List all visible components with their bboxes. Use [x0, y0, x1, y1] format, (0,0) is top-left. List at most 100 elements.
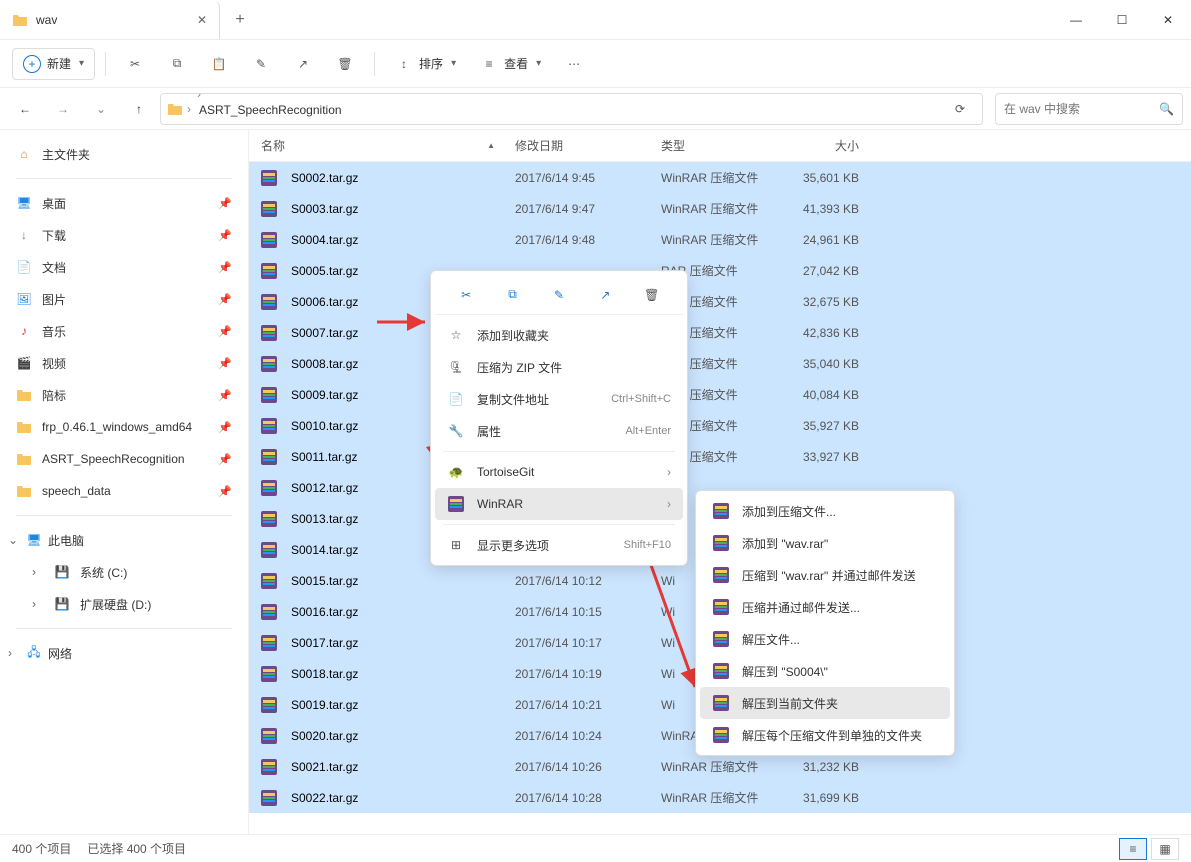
pin-icon: 📌 [218, 261, 232, 274]
ctx-winrar[interactable]: WinRAR› [435, 488, 683, 520]
ctx-share-icon[interactable]: ↗ [589, 279, 621, 311]
scissors-icon: ✂ [126, 55, 144, 73]
pin-icon: 📌 [218, 357, 232, 370]
delete-button[interactable]: 🗑 [326, 48, 364, 80]
close-tab-icon[interactable]: ✕ [197, 13, 207, 27]
winrar-submenu-item[interactable]: 添加到 "wav.rar" [700, 527, 950, 559]
breadcrumb-segment[interactable]: ASRT_SpeechRecognition [195, 101, 346, 119]
sidebar-item[interactable]: 🖼图片📌 [4, 283, 244, 315]
rar-icon [261, 232, 277, 248]
new-tab-button[interactable]: + [220, 11, 260, 29]
rar-icon [712, 599, 730, 615]
winrar-submenu-item[interactable]: 添加到压缩文件... [700, 495, 950, 527]
winrar-submenu-item[interactable]: 解压文件... [700, 623, 950, 655]
rar-icon [712, 535, 730, 551]
breadcrumb[interactable]: › 文档›ftp›qianyuhui›src›ASRT_SpeechRecogn… [160, 93, 983, 125]
sidebar-item[interactable]: 🖥桌面📌 [4, 187, 244, 219]
new-label: 新建 [47, 55, 71, 72]
table-row[interactable]: S0004.tar.gz2017/6/14 9:48WinRAR 压缩文件24,… [249, 224, 1191, 255]
rar-icon [261, 356, 277, 372]
winrar-submenu-item[interactable]: 解压到 "S0004\" [700, 655, 950, 687]
ctx-properties[interactable]: 🔧属性Alt+Enter [435, 415, 683, 447]
sidebar-item[interactable]: 陪标📌 [4, 379, 244, 411]
folder-icon [167, 101, 183, 117]
table-row[interactable]: S0008.tar.gzRAR 压缩文件35,040 KB [249, 348, 1191, 379]
share-button[interactable]: ↗ [284, 48, 322, 80]
sort-button[interactable]: ↕排序▾ [385, 48, 466, 80]
sidebar-network[interactable]: › 🖧 网络 [4, 637, 244, 669]
table-row[interactable]: S0006.tar.gzRAR 压缩文件32,675 KB [249, 286, 1191, 317]
winrar-submenu-item[interactable]: 解压到当前文件夹 [700, 687, 950, 719]
ctx-delete-icon[interactable]: 🗑 [636, 279, 668, 311]
up-button[interactable]: ↑ [122, 92, 156, 126]
winrar-submenu-item[interactable]: 压缩并通过邮件发送... [700, 591, 950, 623]
table-row[interactable]: S0002.tar.gz2017/6/14 9:45WinRAR 压缩文件35,… [249, 162, 1191, 193]
window-controls: — ☐ ✕ [1053, 0, 1191, 40]
rar-icon [261, 263, 277, 279]
ctx-tortoisegit[interactable]: 🐢TortoiseGit› [435, 456, 683, 488]
table-row[interactable]: S0003.tar.gz2017/6/14 9:47WinRAR 压缩文件41,… [249, 193, 1191, 224]
sidebar-this-pc[interactable]: ⌄ 🖥 此电脑 [4, 524, 244, 556]
rar-icon [712, 567, 730, 583]
rar-icon [261, 635, 277, 651]
more-button[interactable]: ⋯ [555, 48, 593, 80]
pin-icon: 📌 [218, 325, 232, 338]
view-details-button[interactable]: ≡ [1119, 838, 1147, 860]
sidebar-item[interactable]: frp_0.46.1_windows_amd64📌 [4, 411, 244, 443]
rename-button[interactable]: ✎ [242, 48, 280, 80]
minimize-button[interactable]: — [1053, 0, 1099, 40]
folder-icon [16, 387, 32, 403]
rar-icon [261, 294, 277, 310]
tortoise-icon: 🐢 [447, 465, 465, 479]
rar-icon [447, 496, 465, 512]
tab-wav[interactable]: wav ✕ [0, 1, 220, 39]
paste-icon: 📋 [210, 55, 228, 73]
sidebar-home[interactable]: ⌂ 主文件夹 [4, 138, 244, 170]
sidebar-item[interactable]: 📄文档📌 [4, 251, 244, 283]
forward-button[interactable]: → [46, 92, 80, 126]
sidebar-drive[interactable]: ›💾系统 (C:) [4, 556, 244, 588]
ctx-cut-icon[interactable]: ✂ [450, 279, 482, 311]
table-row[interactable]: S0005.tar.gzRAR 压缩文件27,042 KB [249, 255, 1191, 286]
wrench-icon: 🔧 [447, 424, 465, 438]
status-total: 400 个项目 [12, 840, 71, 857]
ctx-copy-icon[interactable]: ⧉ [497, 279, 529, 311]
ctx-copy-path[interactable]: 📄复制文件地址Ctrl+Shift+C [435, 383, 683, 415]
ctx-add-favorites[interactable]: ☆添加到收藏夹 [435, 319, 683, 351]
table-row[interactable]: S0011.tar.gzRAR 压缩文件33,927 KB [249, 441, 1191, 472]
maximize-button[interactable]: ☐ [1099, 0, 1145, 40]
pin-icon: 📌 [218, 421, 232, 434]
column-headers[interactable]: 名称▲ 修改日期 类型 大小 [249, 130, 1191, 162]
view-icons-button[interactable]: ▦ [1151, 838, 1179, 860]
search-input[interactable] [1004, 102, 1159, 116]
table-row[interactable]: S0010.tar.gzRAR 压缩文件35,927 KB [249, 410, 1191, 441]
drive-icon: 💾 [54, 564, 70, 580]
search-box[interactable]: 🔍 [995, 93, 1183, 125]
table-row[interactable]: S0022.tar.gz2017/6/14 10:28WinRAR 压缩文件31… [249, 782, 1191, 813]
music-icon: ♪ [16, 323, 32, 339]
new-button[interactable]: + 新建 ▾ [12, 48, 95, 80]
view-button[interactable]: ≡查看▾ [470, 48, 551, 80]
paste-button[interactable]: 📋 [200, 48, 238, 80]
copy-button[interactable]: ⧉ [158, 48, 196, 80]
cut-button[interactable]: ✂ [116, 48, 154, 80]
refresh-button[interactable]: ⟳ [944, 93, 976, 125]
sidebar-item[interactable]: ↓下载📌 [4, 219, 244, 251]
ctx-compress-zip[interactable]: 🗜压缩为 ZIP 文件 [435, 351, 683, 383]
sidebar-item[interactable]: 🎬视频📌 [4, 347, 244, 379]
winrar-submenu-item[interactable]: 压缩到 "wav.rar" 并通过邮件发送 [700, 559, 950, 591]
sidebar-item[interactable]: ♪音乐📌 [4, 315, 244, 347]
ctx-rename-icon[interactable]: ✎ [543, 279, 575, 311]
sidebar-item[interactable]: speech_data📌 [4, 475, 244, 507]
rar-icon [261, 666, 277, 682]
table-row[interactable]: S0007.tar.gzRAR 压缩文件42,836 KB [249, 317, 1191, 348]
recent-dropdown[interactable]: ⌄ [84, 92, 118, 126]
back-button[interactable]: ← [8, 92, 42, 126]
winrar-submenu-item[interactable]: 解压每个压缩文件到单独的文件夹 [700, 719, 950, 751]
ctx-show-more[interactable]: ⊞显示更多选项Shift+F10 [435, 529, 683, 561]
close-button[interactable]: ✕ [1145, 0, 1191, 40]
context-menu-winrar: 添加到压缩文件...添加到 "wav.rar"压缩到 "wav.rar" 并通过… [695, 490, 955, 756]
sidebar-drive[interactable]: ›💾扩展硬盘 (D:) [4, 588, 244, 620]
sidebar-item[interactable]: ASRT_SpeechRecognition📌 [4, 443, 244, 475]
table-row[interactable]: S0009.tar.gzRAR 压缩文件40,084 KB [249, 379, 1191, 410]
